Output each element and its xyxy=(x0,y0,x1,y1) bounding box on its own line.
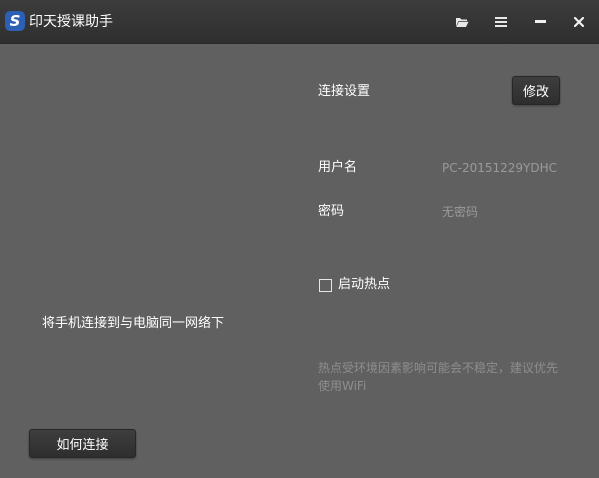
hotspot-label: 启动热点 xyxy=(338,277,391,292)
close-icon xyxy=(574,17,584,27)
connection-instruction: 将手机连接到与电脑同一网络下 xyxy=(42,316,225,331)
hotspot-hint: 热点受环境因素影响可能会不稳定，建议优先使用WiFi xyxy=(318,361,559,393)
hotspot-checkbox[interactable] xyxy=(319,278,332,292)
username-value: PC-20151229YDHC xyxy=(442,161,557,175)
window-title: 印天授课助手 xyxy=(29,14,113,30)
password-value: 无密码 xyxy=(442,205,479,219)
close-button[interactable] xyxy=(569,12,589,32)
app-logo-letter: S xyxy=(9,11,21,30)
minimize-icon xyxy=(534,20,546,23)
title-bar[interactable]: S 印天授课助手 xyxy=(0,0,599,44)
folder-icon xyxy=(456,18,469,27)
menu-button[interactable] xyxy=(491,12,511,32)
password-label: 密码 xyxy=(318,204,345,219)
menu-icon xyxy=(495,17,507,27)
modify-button[interactable]: 修改 xyxy=(512,76,560,105)
hotspot-toggle[interactable]: 启动热点 xyxy=(319,276,390,294)
connection-settings-title: 连接设置 xyxy=(318,84,371,99)
app-logo-icon: S xyxy=(5,11,25,31)
how-to-connect-button[interactable]: 如何连接 xyxy=(29,429,136,458)
username-label: 用户名 xyxy=(318,160,358,175)
minimize-button[interactable] xyxy=(530,12,550,32)
app-window: S 印天授课助手 连接设置 修改 用户名 PC-20151229YDHC 密码 … xyxy=(0,0,599,478)
open-folder-button[interactable] xyxy=(452,12,472,32)
